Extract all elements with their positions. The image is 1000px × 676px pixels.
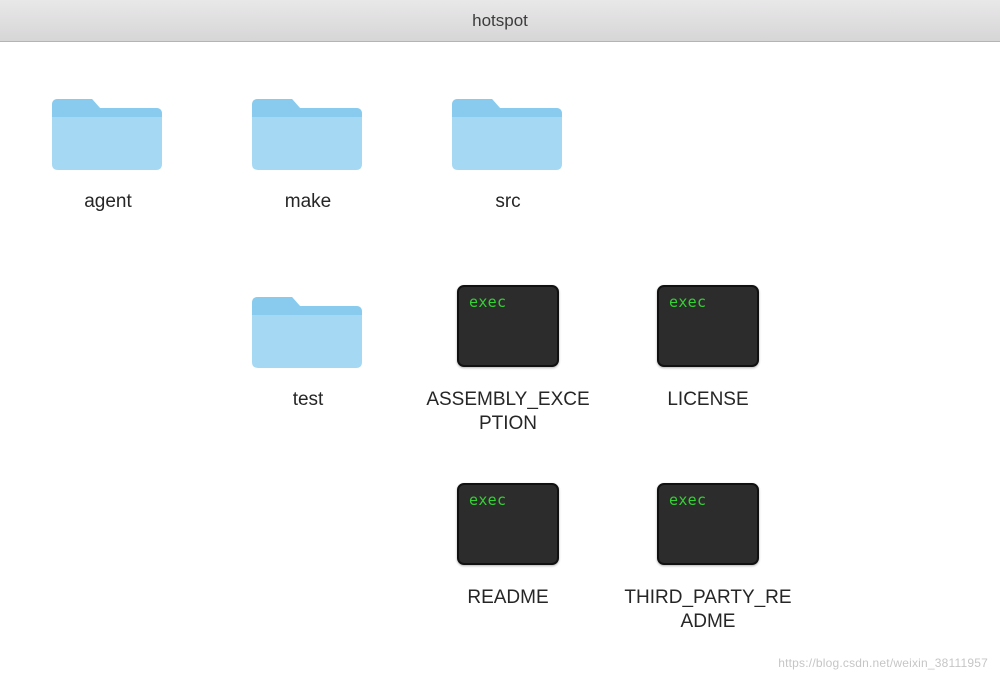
item-label: make <box>223 190 393 214</box>
folder-icon <box>50 80 166 176</box>
exec-icon: exec <box>450 278 566 374</box>
item-label: test <box>223 388 393 412</box>
file-grid: agent make src test exec ASSEMBLY_EXCEPT… <box>0 42 1000 674</box>
window-titlebar[interactable]: hotspot <box>0 0 1000 42</box>
folder-test[interactable]: test <box>208 268 408 466</box>
exec-badge: exec <box>669 293 706 311</box>
item-label: THIRD_PARTY_README <box>623 586 793 635</box>
file-readme[interactable]: exec README <box>408 466 608 664</box>
folder-src[interactable]: src <box>408 70 608 268</box>
folder-icon <box>450 80 566 176</box>
item-label: LICENSE <box>623 388 793 412</box>
exec-badge: exec <box>469 491 506 509</box>
folder-icon <box>250 278 366 374</box>
file-assembly-exception[interactable]: exec ASSEMBLY_EXCEPTION <box>408 268 608 466</box>
file-third-party-readme[interactable]: exec THIRD_PARTY_README <box>608 466 808 664</box>
exec-badge: exec <box>469 293 506 311</box>
exec-icon: exec <box>650 278 766 374</box>
exec-icon: exec <box>650 476 766 572</box>
item-label: agent <box>23 190 193 214</box>
exec-badge: exec <box>669 491 706 509</box>
item-label: README <box>423 586 593 610</box>
file-license[interactable]: exec LICENSE <box>608 268 808 466</box>
item-label: ASSEMBLY_EXCEPTION <box>423 388 593 437</box>
item-label: src <box>423 190 593 214</box>
exec-icon: exec <box>450 476 566 572</box>
folder-icon <box>250 80 366 176</box>
folder-make[interactable]: make <box>208 70 408 268</box>
folder-agent[interactable]: agent <box>8 70 208 268</box>
window-title: hotspot <box>472 11 528 31</box>
